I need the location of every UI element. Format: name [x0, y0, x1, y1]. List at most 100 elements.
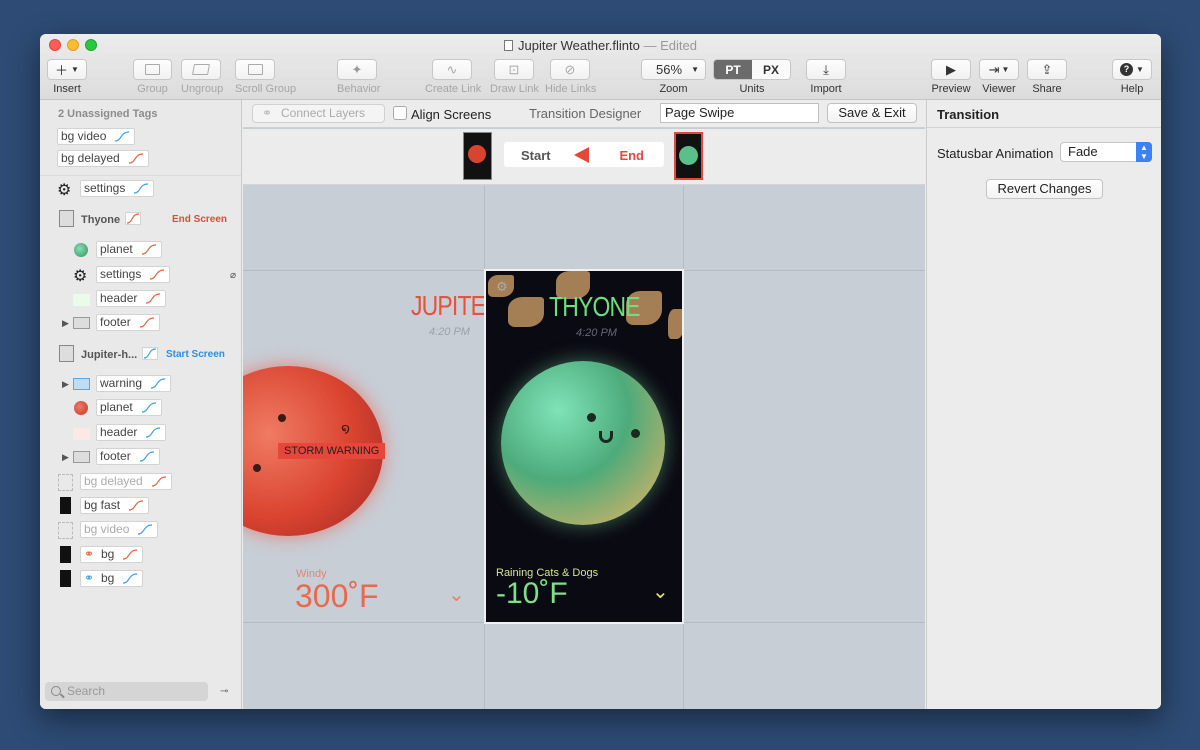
chevron-down-icon[interactable]: ⌄	[652, 579, 669, 604]
planet-thumbnail-icon	[74, 401, 88, 415]
layer-warning[interactable]: warning	[96, 375, 172, 392]
screen-jupiter-label[interactable]: Jupiter-h...	[81, 349, 137, 361]
insert-tool[interactable]: ＋ ▼ Insert	[47, 59, 87, 95]
layer-search-input[interactable]: Search	[45, 682, 208, 701]
link-curve-icon: ∿	[446, 61, 458, 77]
design-canvas[interactable]: JUPITER 4:20 PM ໑ STORM WARNING Windy 30…	[243, 186, 925, 709]
create-link-button[interactable]: ∿	[432, 59, 472, 80]
layer-footer-thyone[interactable]: footer	[96, 314, 160, 331]
link-icon: ⚭	[262, 106, 273, 120]
preview-tool[interactable]: ▶ Preview	[931, 59, 971, 95]
layer-header-thyone[interactable]: header	[96, 290, 167, 307]
easing-curve-icon	[128, 500, 144, 511]
start-screen-thumbnail[interactable]	[463, 132, 492, 180]
end-screen-thumbnail[interactable]	[674, 132, 703, 180]
units-segmented[interactable]: PT PX	[713, 59, 791, 80]
layer-header-jupiter[interactable]: header	[96, 424, 167, 441]
scroll-group-button[interactable]	[235, 59, 275, 80]
mini-planet-thyone	[679, 146, 698, 165]
dark-thumbnail-icon	[60, 497, 71, 514]
folder-icon	[145, 64, 160, 75]
units-px-option[interactable]: PX	[752, 60, 790, 79]
share-button[interactable]: ⇪	[1027, 59, 1067, 80]
hide-links-tool[interactable]: ⊘ Hide Links	[545, 59, 596, 95]
disclosure-triangle-icon[interactable]: ▶	[62, 379, 69, 390]
search-icon	[51, 686, 61, 696]
create-link-tool[interactable]: ∿ Create Link	[425, 59, 481, 95]
chevron-down-icon[interactable]: ⌄	[448, 582, 465, 607]
share-tool[interactable]: ⇪ Share	[1027, 59, 1067, 95]
tag-bg-video[interactable]: bg video	[57, 128, 136, 145]
blue-folder-icon	[73, 378, 90, 390]
insert-button[interactable]: ＋ ▼	[47, 59, 87, 80]
help-button[interactable]: ? ▼	[1112, 59, 1152, 80]
screen-thumbnail-icon	[59, 345, 74, 362]
play-icon: ▶	[946, 61, 956, 77]
empty-thumbnail-icon	[58, 522, 73, 539]
easing-curve-icon	[139, 317, 154, 328]
layer-bg-video[interactable]: bg video	[80, 521, 159, 538]
align-screens-checkbox[interactable]	[393, 106, 407, 120]
viewer-tool[interactable]: ⇥ ▼ Viewer	[979, 59, 1019, 95]
end-screen-phone[interactable]: ⚙ THYONE 4:20 PM Raining Cats & Dogs -10…	[484, 269, 684, 624]
chevron-down-icon: ▼	[1001, 65, 1010, 74]
group-button[interactable]	[133, 59, 172, 80]
chevron-down-icon: ▼	[1136, 65, 1144, 74]
scroll-group-tool[interactable]: Scroll Group	[235, 59, 296, 95]
filter-toggle-icon[interactable]: ⊸	[220, 686, 228, 697]
save-exit-button[interactable]: Save & Exit	[827, 103, 917, 123]
layer-settings-tag[interactable]: settings	[80, 180, 155, 197]
layer-planet-thyone[interactable]: planet	[96, 241, 162, 258]
draw-link-tool[interactable]: ⊡ Draw Link	[490, 59, 539, 95]
units-tool[interactable]: PT PX Units	[713, 59, 791, 95]
thyone-header-title[interactable]: THYONE	[549, 291, 641, 323]
layer-settings-thyone[interactable]: settings	[96, 266, 171, 283]
behavior-button[interactable]: ✦	[337, 59, 377, 80]
layer-bg-red[interactable]: ⚭ bg	[80, 546, 144, 563]
import-button[interactable]: ⤓	[806, 59, 846, 80]
import-tool[interactable]: ⤓ Import	[806, 59, 846, 95]
planet-eye	[631, 429, 640, 438]
zoom-tool[interactable]: 56% ▼ Zoom	[641, 59, 706, 95]
tag-bg-delayed[interactable]: bg delayed	[57, 150, 149, 167]
align-screens-label[interactable]: Align Screens	[411, 107, 491, 122]
end-label[interactable]: End	[619, 148, 644, 163]
toolbar: Jupiter Weather.flinto — Edited ＋ ▼ Inser…	[40, 34, 1161, 100]
disclosure-triangle-icon[interactable]: ▶	[62, 452, 69, 463]
start-end-toggle[interactable]: Start End	[504, 142, 664, 167]
revert-changes-button[interactable]: Revert Changes	[986, 179, 1103, 199]
screens-strip: Start End	[243, 129, 925, 185]
statusbar-animation-label: Statusbar Animation	[937, 146, 1054, 161]
units-pt-option[interactable]: PT	[714, 60, 752, 79]
preview-button[interactable]: ▶	[931, 59, 971, 80]
behavior-tool[interactable]: ✦ Behavior	[337, 59, 380, 95]
statusbar-animation-select[interactable]: Fade ▲ ▼	[1060, 142, 1152, 162]
ungroup-button[interactable]	[181, 59, 221, 80]
disclosure-triangle-icon[interactable]: ▶	[62, 318, 69, 329]
group-tool[interactable]: Group	[133, 59, 172, 95]
viewer-button[interactable]: ⇥ ▼	[979, 59, 1019, 80]
link-off-icon[interactable]: ⌀	[230, 270, 236, 281]
layer-footer-jupiter[interactable]: footer	[96, 448, 160, 465]
layer-planet-jupiter[interactable]: planet	[96, 399, 162, 416]
easing-curve-icon	[125, 212, 141, 225]
layer-bg-blue[interactable]: ⚭ bg	[80, 570, 144, 587]
transition-name-input[interactable]: Page Swipe	[660, 103, 819, 123]
ungroup-tool[interactable]: Ungroup	[181, 59, 223, 95]
thyone-planet[interactable]	[501, 361, 665, 525]
header-thumbnail-icon	[73, 294, 90, 306]
hide-links-button[interactable]: ⊘	[550, 59, 590, 80]
gear-icon[interactable]: ⚙	[496, 279, 508, 295]
screen-thyone-label[interactable]: Thyone	[81, 214, 120, 226]
jupiter-time: 4:20 PM	[429, 326, 470, 338]
zoom-select[interactable]: 56% ▼	[641, 59, 706, 80]
start-label[interactable]: Start	[521, 148, 551, 163]
link-icon: ⚭	[84, 571, 95, 585]
help-tool[interactable]: ? ▼ Help	[1112, 59, 1152, 95]
storm-warning-banner[interactable]: STORM WARNING	[278, 443, 386, 459]
connect-layers-button[interactable]: ⚭ Connect Layers	[252, 104, 385, 123]
layer-bg-fast[interactable]: bg fast	[80, 497, 150, 514]
draw-link-button[interactable]: ⊡	[494, 59, 534, 80]
folder-icon	[73, 451, 90, 463]
layer-bg-delayed[interactable]: bg delayed	[80, 473, 172, 490]
